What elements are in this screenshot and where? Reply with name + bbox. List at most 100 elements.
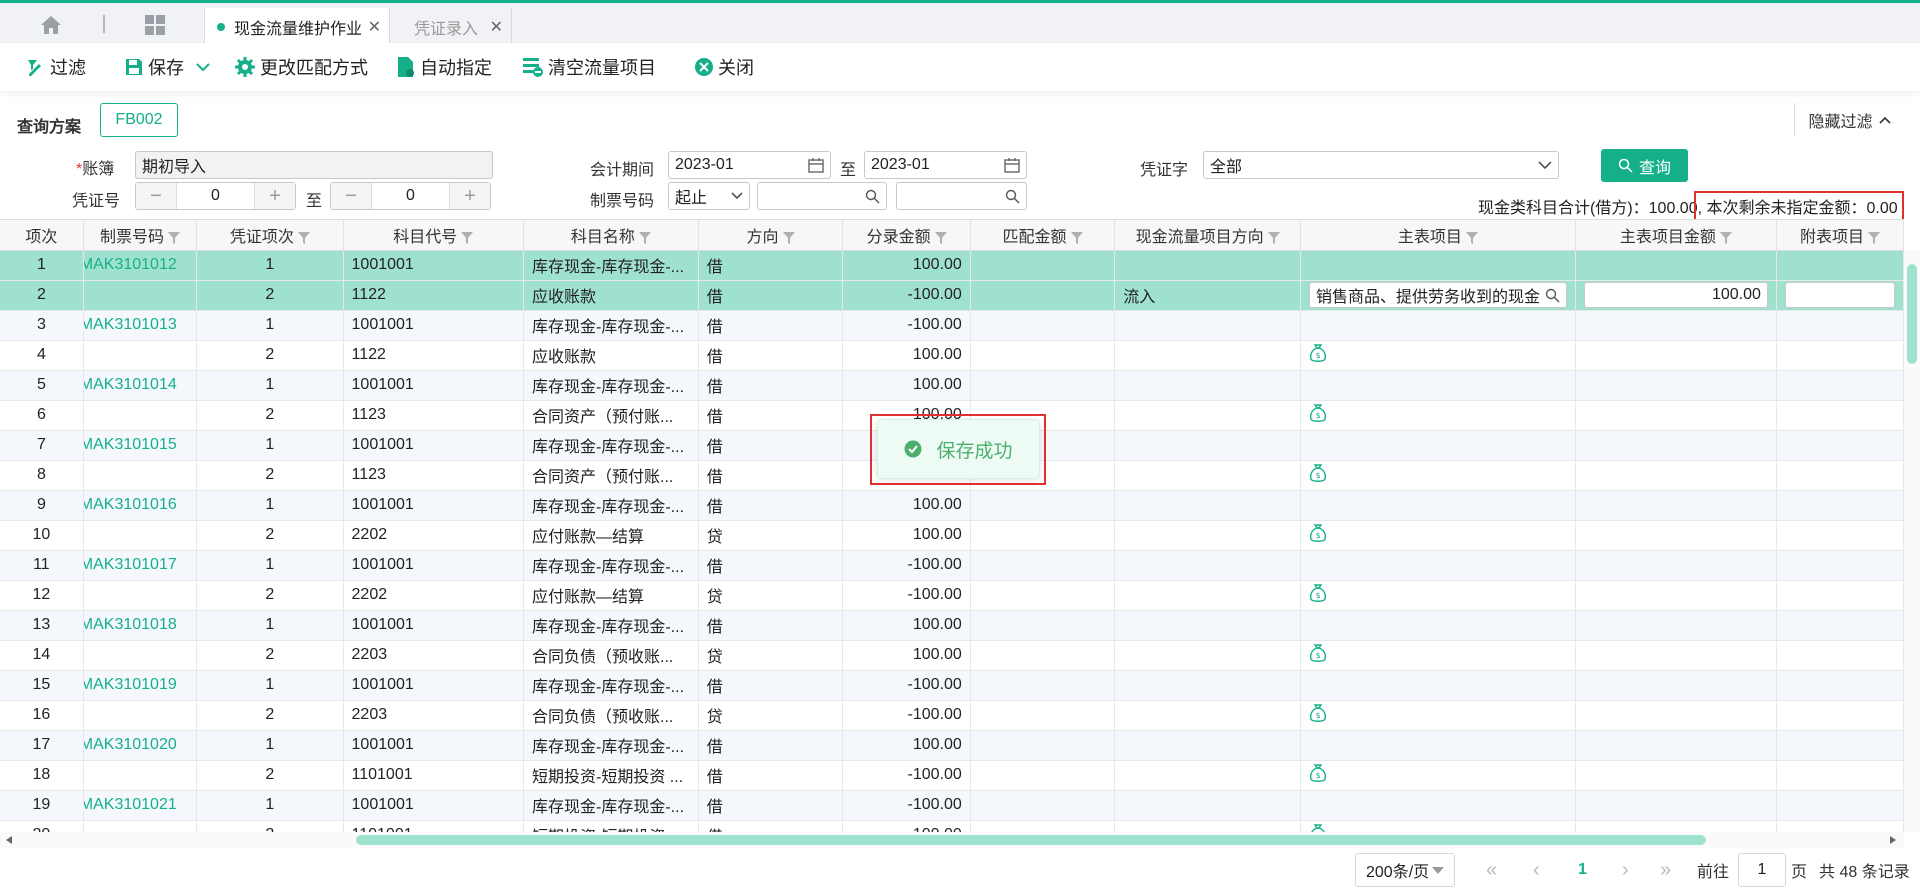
column-filter-icon[interactable] <box>782 231 795 244</box>
flow-direction-cell[interactable] <box>1114 400 1302 431</box>
main-item-amount-cell[interactable] <box>1575 550 1777 581</box>
voucher-no-from-stepper[interactable]: − 0 + <box>135 182 296 210</box>
horizontal-scrollbar[interactable] <box>0 832 1904 848</box>
ticket-no-cell[interactable] <box>83 760 198 791</box>
table-row[interactable]: 2 2 1122 应收账款借 -100.00 流入 销售商品、提供劳务收到的现金 100.00 <box>0 280 1904 311</box>
sub-item-cell[interactable] <box>1776 400 1904 431</box>
clear-flow-items-button[interactable]: 清空流量项目 <box>522 55 656 79</box>
column-header[interactable]: 主表项目 <box>1300 220 1576 251</box>
main-item-amount-cell[interactable] <box>1575 400 1777 431</box>
table-row[interactable]: 12 2 2202 应付账款—结算贷 -100.00 $ <box>0 580 1904 611</box>
flow-direction-cell[interactable] <box>1114 460 1302 491</box>
ticket-no-cell[interactable]: MAK3101021 <box>83 790 198 821</box>
main-item-cell[interactable]: $ <box>1300 460 1576 491</box>
table-row[interactable]: 13 MAK3101018 1 1001001 库存现金-库存现金-... 借 100.00 <box>0 610 1904 641</box>
main-item-input[interactable]: 销售商品、提供劳务收到的现金 <box>1309 282 1567 308</box>
voucher-no-from-value[interactable]: 0 <box>176 183 255 209</box>
ticket-no-cell[interactable]: MAK3101018 <box>83 610 198 641</box>
flow-direction-cell[interactable] <box>1114 610 1302 641</box>
main-item-amount-cell[interactable] <box>1575 460 1777 491</box>
ticket-no-cell[interactable] <box>83 400 198 431</box>
ticket-no-cell[interactable]: MAK3101013 <box>83 310 198 341</box>
money-bag-icon[interactable]: $ <box>1309 763 1327 783</box>
horizontal-scroll-thumb[interactable] <box>356 835 1706 845</box>
ticket-mode-select[interactable]: 起止 <box>668 182 750 210</box>
main-item-cell[interactable]: 销售商品、提供劳务收到的现金 <box>1300 280 1576 311</box>
main-item-cell[interactable] <box>1300 430 1576 461</box>
main-item-amount-cell[interactable] <box>1575 640 1777 671</box>
ticket-no-cell[interactable]: MAK3101015 <box>83 430 198 461</box>
main-item-amount-cell[interactable] <box>1575 790 1777 821</box>
scroll-right-icon[interactable] <box>1890 836 1896 844</box>
flow-direction-cell[interactable] <box>1114 520 1302 551</box>
flow-direction-cell[interactable] <box>1114 340 1302 371</box>
scroll-left-icon[interactable] <box>6 836 12 844</box>
sub-item-cell[interactable] <box>1776 820 1904 832</box>
plus-icon[interactable]: + <box>450 183 490 209</box>
sub-item-cell[interactable] <box>1776 370 1904 401</box>
main-item-cell[interactable]: $ <box>1300 400 1576 431</box>
table-row[interactable]: 16 2 2203 合同负债（预收账... 贷 -100.00 $ <box>0 700 1904 731</box>
auto-assign-button[interactable]: 自动指定 <box>396 55 492 79</box>
account-book-field[interactable]: 期初导入 <box>135 151 493 179</box>
sub-item-cell[interactable] <box>1776 460 1904 491</box>
first-page-icon[interactable]: « <box>1486 850 1497 890</box>
main-item-cell[interactable] <box>1300 670 1576 701</box>
column-filter-icon[interactable] <box>1719 231 1732 244</box>
money-bag-icon[interactable]: $ <box>1309 643 1327 663</box>
main-item-cell[interactable] <box>1300 370 1576 401</box>
close-tab-icon[interactable]: ✕ <box>368 17 381 37</box>
table-row[interactable]: 10 2 2202 应付账款—结算贷 100.00 $ <box>0 520 1904 551</box>
sub-item-cell[interactable] <box>1776 310 1904 341</box>
apps-grid-icon[interactable] <box>140 11 170 39</box>
column-header[interactable]: 分录金额 <box>842 220 971 251</box>
save-button[interactable]: 保存 <box>124 55 184 79</box>
column-header[interactable]: 附表项目 <box>1776 220 1904 251</box>
column-header[interactable]: 凭证项次 <box>196 220 344 251</box>
money-bag-icon[interactable]: $ <box>1309 403 1327 423</box>
last-page-icon[interactable]: » <box>1660 850 1671 890</box>
period-to-field[interactable]: 2023-01 <box>864 151 1027 179</box>
main-item-amount-cell[interactable] <box>1575 370 1777 401</box>
flow-direction-cell[interactable] <box>1114 820 1302 832</box>
vertical-scroll-thumb[interactable] <box>1907 264 1917 364</box>
column-header[interactable]: 科目代号 <box>343 220 525 251</box>
column-header[interactable]: 科目名称 <box>523 220 699 251</box>
table-row[interactable]: 17 MAK3101020 1 1001001 库存现金-库存现金-... 借 100.00 <box>0 730 1904 761</box>
main-item-cell[interactable]: $ <box>1300 580 1576 611</box>
flow-direction-cell[interactable] <box>1114 790 1302 821</box>
sub-item-cell[interactable] <box>1776 280 1904 311</box>
column-filter-icon[interactable] <box>934 231 947 244</box>
goto-page-input[interactable]: 1 <box>1738 853 1786 887</box>
main-item-amount-cell[interactable] <box>1575 250 1777 281</box>
sub-item-cell[interactable] <box>1776 700 1904 731</box>
column-filter-icon[interactable] <box>297 231 310 244</box>
query-scheme-chip[interactable]: FB002 <box>100 103 178 137</box>
main-item-amount-input[interactable]: 100.00 <box>1583 282 1768 308</box>
flow-direction-cell[interactable] <box>1114 310 1302 341</box>
main-item-amount-cell[interactable] <box>1575 760 1777 791</box>
sub-item-cell[interactable] <box>1776 490 1904 521</box>
ticket-no-cell[interactable] <box>83 640 198 671</box>
table-row[interactable]: 4 2 1122 应收账款借 100.00 $ <box>0 340 1904 371</box>
sub-item-cell[interactable] <box>1776 790 1904 821</box>
flow-direction-cell[interactable] <box>1114 730 1302 761</box>
main-item-amount-cell[interactable] <box>1575 580 1777 611</box>
search-icon[interactable] <box>1545 288 1560 303</box>
main-item-amount-cell[interactable] <box>1575 670 1777 701</box>
flow-direction-cell[interactable] <box>1114 580 1302 611</box>
main-item-cell[interactable]: $ <box>1300 340 1576 371</box>
voucher-no-to-stepper[interactable]: − 0 + <box>330 182 491 210</box>
home-icon[interactable] <box>32 11 70 39</box>
column-filter-icon[interactable] <box>1465 231 1478 244</box>
column-filter-icon[interactable] <box>461 231 474 244</box>
page-size-select[interactable]: 200条/页 <box>1355 853 1455 887</box>
table-row[interactable]: 5 MAK3101014 1 1001001 库存现金-库存现金-... 借 100.00 <box>0 370 1904 401</box>
main-item-cell[interactable]: $ <box>1300 700 1576 731</box>
table-row[interactable]: 9 MAK3101016 1 1001001 库存现金-库存现金-... 借 100.00 <box>0 490 1904 521</box>
sub-item-cell[interactable] <box>1776 250 1904 281</box>
minus-icon[interactable]: − <box>136 183 176 209</box>
flow-direction-cell[interactable] <box>1114 250 1302 281</box>
period-from-field[interactable]: 2023-01 <box>668 151 831 179</box>
money-bag-icon[interactable]: $ <box>1309 583 1327 603</box>
